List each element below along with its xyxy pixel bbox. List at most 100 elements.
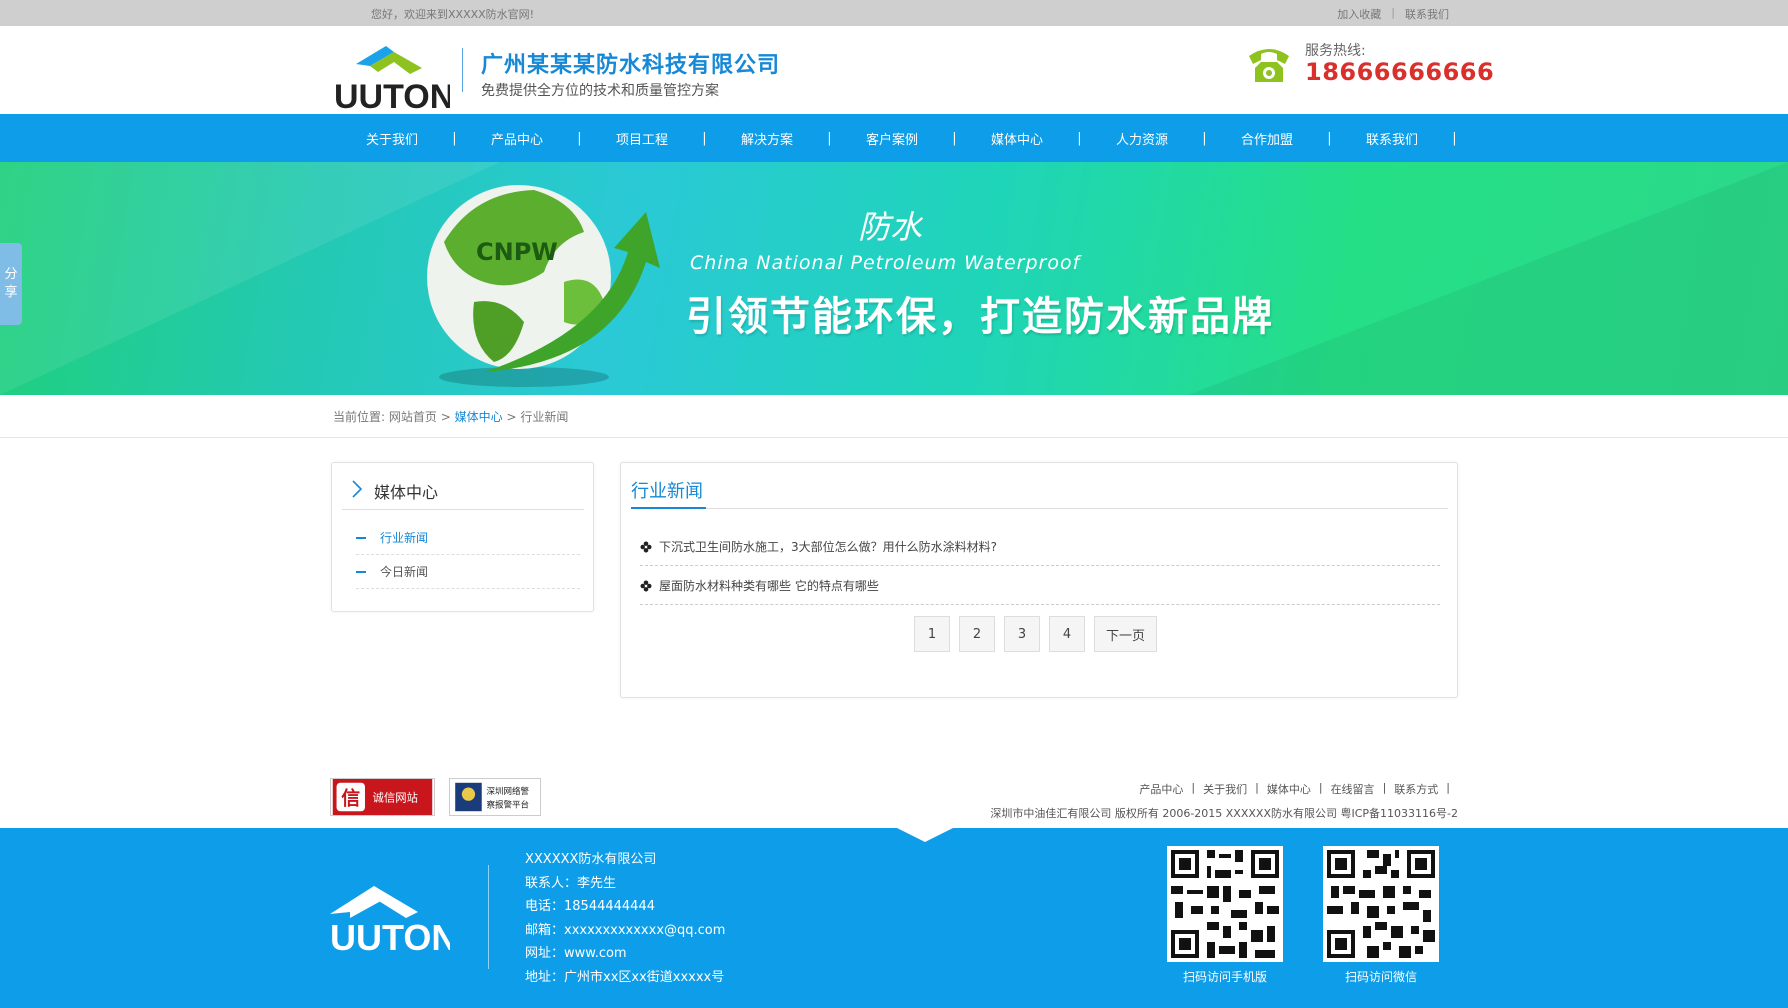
news-item[interactable]: 屋面防水材料种类有哪些 它的特点有哪些 [640,567,1440,605]
breadcrumb-section-link[interactable]: 媒体中心 [455,410,503,424]
top-links-divider: | [1391,6,1395,19]
nav-item-projects[interactable]: 项目工程 | [586,129,711,148]
news-title-link[interactable]: 屋面防水材料种类有哪些 它的特点有哪些 [659,577,879,594]
footer-company: XXXXXX防水有限公司 [525,852,657,867]
page-3-button[interactable]: 3 [1004,616,1040,652]
footer-phone: 电话：18544444444 [525,899,655,914]
police-report-badge[interactable]: 深圳网络警 察报警平台 [449,778,541,816]
nav-item-about[interactable]: 关于我们 | [336,129,461,148]
nav-item-media[interactable]: 媒体中心 | [961,129,1086,148]
police-badge-line1: 深圳网络警 [486,786,529,797]
footer-link-sep: | [1382,781,1387,794]
main-nav: 关于我们 | 产品中心 | 项目工程 | 解决方案 | 客户案例 | 媒体中心 | 人力资源… [0,114,1788,162]
sidebar-item-today-news[interactable]: 今日新闻 [356,555,580,589]
sidebar-item-industry-news[interactable]: 行业新闻 [356,521,580,555]
footer-link-sep: | [1255,781,1259,794]
sidebar-item-label[interactable]: 行业新闻 [380,529,428,546]
footer-link-contact[interactable]: 联系方式 [1394,781,1438,797]
footer-link-products[interactable]: 产品中心 [1139,781,1183,797]
qr-mobile-label: 扫码访问手机版 [1182,970,1267,984]
flower-bullet-icon [640,580,652,591]
footer-link-sep: | [1446,781,1450,794]
credit-site-badge[interactable]: 信 诚信网站 [330,778,435,816]
banner-decor-shape [1188,162,1788,395]
nav-item-cases[interactable]: 客户案例 | [836,129,961,148]
nav-separator: | [1452,130,1457,146]
next-page-button[interactable]: 下一页 [1094,616,1157,652]
nav-separator: | [827,130,832,146]
footer-link-sep: | [1318,781,1323,794]
hotline-label: 服务热线: [1305,43,1366,59]
page-4-button[interactable]: 4 [1049,616,1085,652]
nav-item-partner[interactable]: 合作加盟 | [1211,129,1336,148]
top-links: 加入收藏 | 联系我们 [1337,6,1449,22]
nav-label[interactable]: 合作加盟 [1211,129,1323,148]
nav-item-hr[interactable]: 人力资源 | [1086,129,1211,148]
footer-link-message[interactable]: 在线留言 [1331,781,1375,797]
dash-icon [356,536,366,539]
flower-bullet-icon [640,541,652,552]
nav-label[interactable]: 产品中心 [461,129,573,148]
nav-label[interactable]: 项目工程 [586,129,698,148]
nav-item-products[interactable]: 产品中心 | [461,129,586,148]
uuton-logo[interactable]: UUTON [334,44,450,112]
breadcrumb: 当前位置: 网站首页 > 媒体中心 > 行业新闻 [333,408,568,425]
footer-notch [897,828,953,842]
footer-link-sep: | [1191,781,1196,794]
footer-logo: UUTON [330,886,450,954]
nav-label[interactable]: 联系我们 [1336,129,1448,148]
share-label: 享 [4,285,18,300]
hotline-number: 18666666666 [1305,58,1495,86]
nav-separator: | [1327,130,1332,146]
nav-label[interactable]: 解决方案 [711,129,823,148]
add-favorite-link[interactable]: 加入收藏 [1337,6,1381,22]
nav-separator: | [702,130,707,146]
logo-text: UUTON [334,78,450,112]
sidebar-item-label[interactable]: 今日新闻 [380,563,428,580]
page-2-button[interactable]: 2 [959,616,995,652]
footer-address: 地址：广州市xx区xx街道xxxxx号 [525,969,725,985]
breadcrumb-current: 行业新闻 [520,410,569,424]
globe-text: CNPW [476,238,558,266]
nav-separator: | [1077,130,1082,146]
sidebar: 媒体中心 行业新闻 今日新闻 [331,462,594,612]
banner-title: 防水 [858,208,923,246]
page: 您好，欢迎来到XXXXX防水官网! 加入收藏 | 联系我们 UUTON 广州某某… [0,0,1788,1008]
nav-separator: | [452,130,457,146]
globe-arrow-image: CNPW [427,185,660,387]
nav-label[interactable]: 人力资源 [1086,129,1198,148]
breadcrumb-sep: > [506,410,517,424]
banner-slogan: 引领节能环保，打造防水新品牌 [686,293,1274,340]
share-label: 分 [4,267,18,282]
share-tab[interactable]: 分 享 [0,243,22,325]
contact-us-top-link[interactable]: 联系我们 [1405,6,1449,22]
page-1-button[interactable]: 1 [914,616,950,652]
copyright-text: 深圳市中油佳汇有限公司 版权所有 2006-2015 XXXXXX防水有限公司 … [990,807,1458,820]
nav-label[interactable]: 媒体中心 [961,129,1073,148]
footer-logo-text: UUTON [330,917,450,954]
nav-label[interactable]: 关于我们 [336,129,448,148]
hero-banner[interactable]: CNPW 防水 China National Petroleum Waterpr… [0,162,1788,395]
nav-item-solutions[interactable]: 解决方案 | [711,129,836,148]
breadcrumb-home-link[interactable]: 网站首页 [389,410,437,424]
breadcrumb-sep: > [440,410,451,424]
footer-website: 网址：www.com [525,946,627,961]
panel-title-underline [631,507,706,509]
police-badge-line2: 察报警平台 [486,799,529,810]
breadcrumb-prefix: 当前位置: [333,410,386,424]
footer: UUTON XXXXXX防水有限公司 联系人：李先生 电话：1854444444… [0,828,1788,1008]
nav-separator: | [1202,130,1207,146]
news-title-link[interactable]: 下沉式卫生间防水施工，3大部位怎么做？用什么防水涂料材料? [659,538,997,555]
news-item[interactable]: 下沉式卫生间防水施工，3大部位怎么做？用什么防水涂料材料? [640,528,1440,566]
qr-wechat-label: 扫码访问微信 [1344,970,1417,984]
footer-email: 邮箱：xxxxxxxxxxxxx@qq.com [525,922,726,938]
footer-link-about[interactable]: 关于我们 [1203,781,1247,797]
banner-subtitle-en: China National Petroleum Waterproof [690,252,1081,274]
sidebar-title: 媒体中心 [374,483,439,502]
pagination: 1 2 3 4 下一页 [914,616,1166,652]
footer-links: 产品中心 | 关于我们 | 媒体中心 | 在线留言 | 联系方式 | [1139,781,1458,797]
nav-label[interactable]: 客户案例 [836,129,948,148]
nav-item-contact[interactable]: 联系我们 | [1336,129,1461,148]
nav-separator: | [952,130,957,146]
footer-link-media[interactable]: 媒体中心 [1267,781,1311,797]
